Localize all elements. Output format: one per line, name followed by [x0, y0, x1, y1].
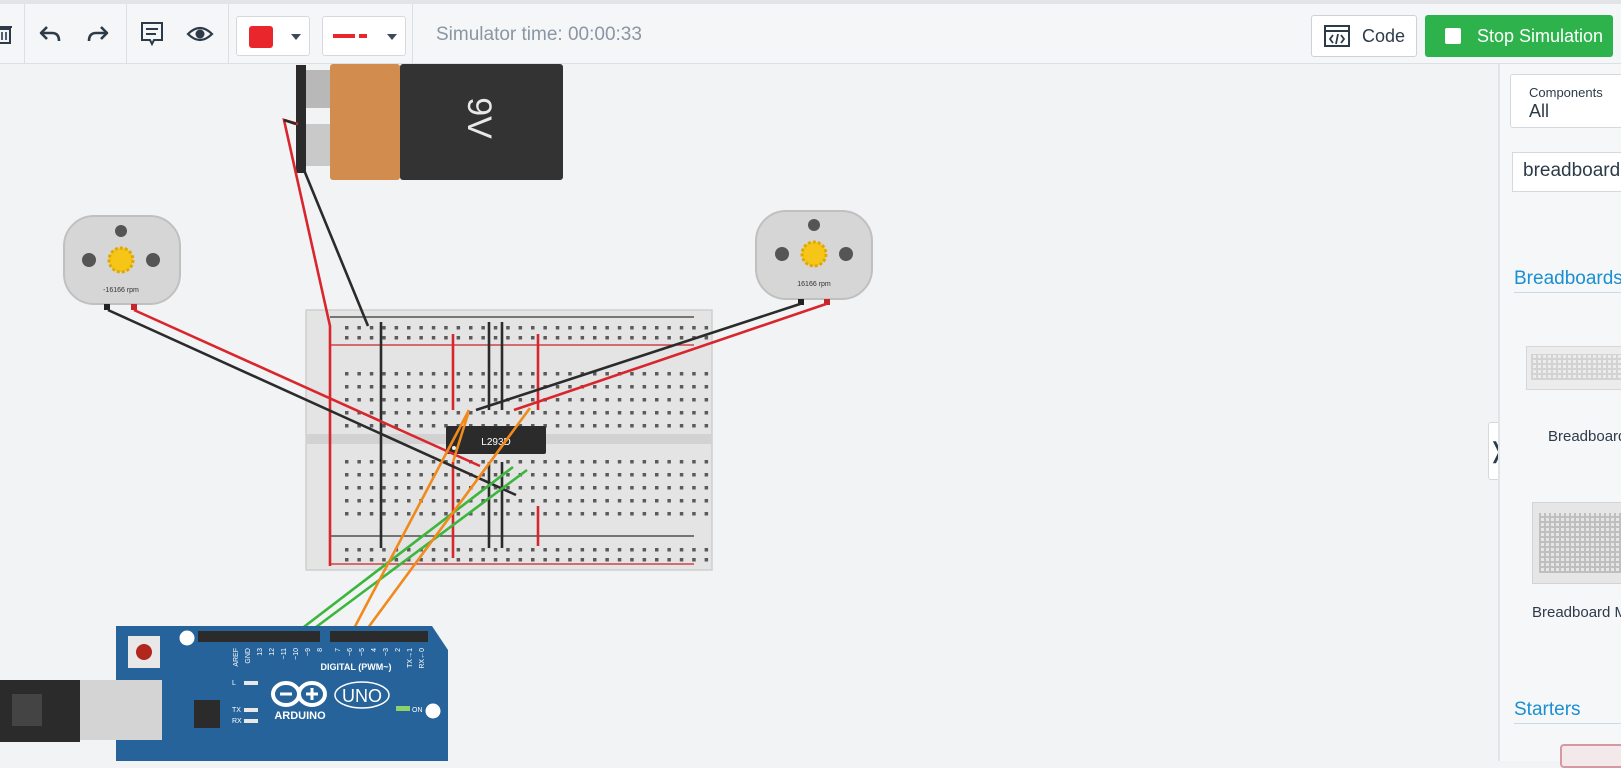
components-filter-label: Components [1529, 85, 1603, 100]
note-icon [141, 22, 163, 47]
component-search-input[interactable]: breadboard [1512, 152, 1621, 192]
stop-simulation-label: Stop Simulation [1477, 25, 1604, 46]
arduino-model: UNO [342, 686, 382, 706]
undo-button[interactable] [34, 18, 66, 50]
trash-icon [0, 26, 12, 44]
arduino-brand: ARDUINO [274, 710, 326, 722]
code-icon [1324, 25, 1350, 47]
arduino-pin-label: TX→1 [407, 648, 414, 668]
arduino-pin-label: 12 [269, 648, 276, 656]
section-breadboards[interactable]: Breadboards [1514, 268, 1621, 293]
notes-button[interactable] [136, 18, 168, 50]
section-starters[interactable]: Starters [1514, 699, 1621, 724]
arduino-pin-label: 7 [335, 648, 342, 652]
breadboard-thumbnail[interactable] [1526, 346, 1621, 390]
arduino-pin-label: ~5 [359, 648, 366, 656]
arduino-pin-label: RX←0 [419, 648, 426, 669]
components-panel: Components All breadboard Breadboards Br… [1498, 64, 1621, 768]
arduino-on-label: ON [412, 707, 423, 714]
wire-type-picker[interactable] [322, 16, 406, 56]
arduino-pin-label: 8 [317, 648, 324, 652]
arduino-pin-label: 13 [257, 648, 264, 656]
arduino-pin-label: GND [245, 648, 252, 664]
arduino-pin-label: ~9 [305, 648, 312, 656]
arduino-pin-label: AREF [233, 648, 240, 667]
divider [126, 4, 127, 64]
arduino-led-label: RX [232, 718, 242, 725]
redo-icon [87, 26, 109, 42]
code-button-label: Code [1362, 25, 1406, 46]
breadboard-mini-item-label[interactable]: Breadboard M [1532, 604, 1621, 621]
motor-left[interactable]: -16166 rpm [63, 215, 181, 310]
wire-style-icon [333, 34, 367, 38]
color-swatch [249, 26, 273, 48]
toolbar: Simulator time: 00:00:33 Code Stop Simul… [0, 0, 1621, 64]
delete-button[interactable] [0, 18, 20, 50]
arduino-pin-label: ~3 [383, 648, 390, 656]
arduino-pin-label: 2 [395, 648, 402, 652]
motor-right[interactable]: 16166 rpm [755, 210, 873, 305]
stop-simulation-button[interactable]: Stop Simulation [1425, 15, 1613, 57]
breadboard-item-label[interactable]: Breadboard [1548, 428, 1621, 445]
simulator-time: Simulator time: 00:00:33 [436, 24, 642, 45]
redo-button[interactable] [82, 18, 114, 50]
motor-right-rpm: 16166 rpm [797, 281, 831, 288]
arduino-pin-label: ~10 [293, 648, 300, 660]
divider [24, 4, 25, 64]
battery-9v[interactable]: 9V [296, 64, 563, 180]
arduino-pin-label: ~6 [347, 648, 354, 656]
arduino-led-label: TX [232, 707, 241, 714]
undo-icon [39, 26, 61, 42]
chevron-down-icon [387, 34, 397, 40]
arduino-digital-label: DIGITAL (PWM~) [321, 662, 392, 672]
arduino-led-label: L [232, 680, 236, 687]
divider [228, 4, 229, 64]
arduino-uno[interactable]: ARDUINO UNO DIGITAL (PWM~) ON AREF GND 13 1… [0, 626, 448, 761]
components-filter-value: All [1529, 101, 1550, 121]
battery-label: 9V [460, 97, 498, 139]
starter-thumbnail[interactable] [1560, 744, 1621, 768]
code-button[interactable]: Code [1311, 15, 1417, 57]
visibility-button[interactable] [184, 18, 216, 50]
stop-icon [1445, 28, 1461, 44]
arduino-pin-label: ~11 [281, 648, 288, 659]
circuit-canvas[interactable]: 9V -16166 rpm 16166 rpm L293D ARDUINO UN… [0, 64, 1498, 761]
eye-icon [186, 26, 214, 42]
wire-color-picker[interactable] [236, 16, 310, 56]
divider [412, 4, 413, 64]
components-filter-select[interactable]: Components All [1510, 74, 1621, 128]
breadboard-mini-thumbnail[interactable] [1532, 502, 1621, 584]
motor-left-rpm: -16166 rpm [103, 287, 139, 294]
chevron-down-icon [291, 34, 301, 40]
arduino-pin-label: 4 [371, 648, 378, 652]
